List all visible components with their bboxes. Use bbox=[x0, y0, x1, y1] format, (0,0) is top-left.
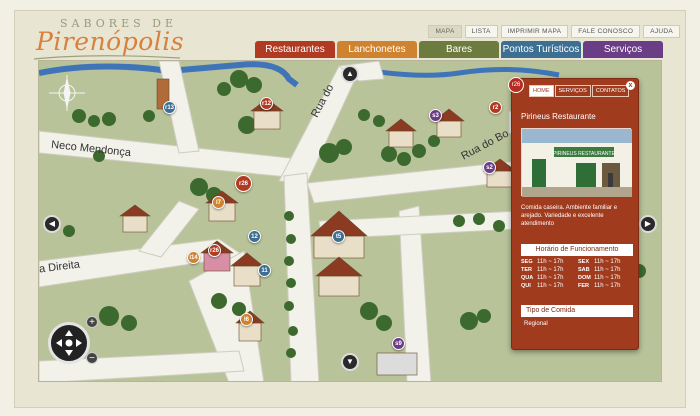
map-pin[interactable]: r2 bbox=[489, 101, 502, 114]
map-pin[interactable]: l6 bbox=[240, 313, 253, 326]
pan-left-button[interactable]: ◀ bbox=[43, 215, 61, 233]
map-pin[interactable]: t5 bbox=[332, 230, 345, 243]
map-pin[interactable]: 12 bbox=[248, 230, 261, 243]
hours-time: 11h ~ 17h bbox=[537, 275, 564, 281]
map-pin[interactable]: l7 bbox=[212, 196, 225, 209]
pan-down-button[interactable]: ▼ bbox=[341, 353, 359, 371]
map-pin[interactable]: r26 bbox=[208, 244, 221, 257]
hours-day: TER bbox=[521, 267, 532, 273]
tab-imprimir-mapa[interactable]: Imprimir Mapa bbox=[500, 25, 569, 38]
hours-day: SEG bbox=[521, 259, 533, 265]
hours-day: SEX bbox=[578, 259, 590, 265]
hours-day: FER bbox=[578, 283, 589, 289]
place-description: Comida caseira. Ambiente familiar e arej… bbox=[521, 205, 618, 227]
hours-time: 11h ~ 17h bbox=[594, 267, 621, 273]
hours-time: 11h ~ 17h bbox=[537, 267, 564, 273]
map-pin[interactable]: s9 bbox=[392, 337, 405, 350]
category-restaurantes[interactable]: Restaurantes bbox=[255, 41, 335, 58]
hours-day: SAB bbox=[578, 267, 590, 273]
hours-time: 11h ~ 17h bbox=[537, 259, 564, 265]
category-lanchonetes[interactable]: Lanchonetes bbox=[337, 41, 417, 58]
category-servicos[interactable]: Serviços bbox=[583, 41, 663, 58]
map-pin[interactable]: s3 bbox=[429, 109, 442, 122]
map-pin[interactable]: l14 bbox=[187, 251, 200, 264]
hours-time: 11h ~ 17h bbox=[594, 259, 621, 265]
map-pin[interactable]: r13 bbox=[163, 101, 176, 114]
place-title: Pirineus Restaurante bbox=[521, 112, 596, 121]
hours-time: 11h ~ 17h bbox=[594, 283, 621, 289]
place-info-popup: r26 HOME SERVIÇOS CONTATOS x Pirineus Re… bbox=[508, 77, 639, 350]
hours-day: QUI bbox=[521, 283, 531, 289]
pan-right-button[interactable]: ▶ bbox=[639, 215, 657, 233]
place-photo: PIRINEUS RESTAURANTE bbox=[521, 128, 632, 197]
hours-time: 11h ~ 17h bbox=[537, 283, 564, 289]
popup-pin-number: r26 bbox=[508, 77, 524, 93]
sign-text: PIRINEUS RESTAURANTE bbox=[553, 151, 616, 157]
tab-fale-conosco[interactable]: Fale Conosco bbox=[571, 25, 641, 38]
category-pontos-turisticos[interactable]: Pontos Turísticos bbox=[501, 41, 581, 58]
pan-arrows-icon bbox=[56, 330, 82, 356]
tab-ajuda[interactable]: Ajuda bbox=[643, 25, 680, 38]
zoom-in-button[interactable]: + bbox=[86, 316, 98, 328]
hours-day: QUA bbox=[521, 275, 534, 281]
hours-time: 11h ~ 17h bbox=[594, 275, 621, 281]
hours-day: DOM bbox=[578, 275, 591, 281]
hours-heading: Horário de Funcionamento bbox=[521, 244, 633, 256]
logo[interactable]: Pirenópolis bbox=[36, 27, 184, 56]
map-pin[interactable]: s2 bbox=[483, 161, 496, 174]
map-pin[interactable]: r26 bbox=[235, 175, 252, 192]
tab-lista[interactable]: Lista bbox=[464, 25, 498, 38]
popup-tab-servicos[interactable]: SERVIÇOS bbox=[554, 85, 591, 97]
food-type-heading: Tipo de Comida bbox=[521, 305, 633, 317]
popup-tab-contatos[interactable]: CONTATOS bbox=[591, 85, 630, 97]
category-bares[interactable]: Bares bbox=[419, 41, 499, 58]
pan-control[interactable] bbox=[48, 322, 90, 364]
map-pin[interactable]: r12 bbox=[260, 97, 273, 110]
category-tabs: Restaurantes Lanchonetes Bares Pontos Tu… bbox=[255, 41, 663, 58]
close-icon[interactable]: x bbox=[626, 81, 635, 90]
map-pin[interactable]: 11 bbox=[258, 264, 271, 277]
top-nav: Mapa Lista Imprimir Mapa Fale Conosco Aj… bbox=[428, 25, 680, 38]
pan-up-button[interactable]: ▲ bbox=[341, 65, 359, 83]
hours-table: SEG 11h ~ 17h SEX 11h ~ 17h TER 11h ~ 17… bbox=[521, 259, 633, 289]
food-type-value: Regional bbox=[524, 321, 548, 327]
tab-mapa[interactable]: Mapa bbox=[428, 25, 462, 38]
popup-tab-home[interactable]: HOME bbox=[529, 85, 554, 97]
popup-tabs: HOME SERVIÇOS CONTATOS bbox=[529, 85, 630, 97]
zoom-out-button[interactable]: − bbox=[86, 352, 98, 364]
